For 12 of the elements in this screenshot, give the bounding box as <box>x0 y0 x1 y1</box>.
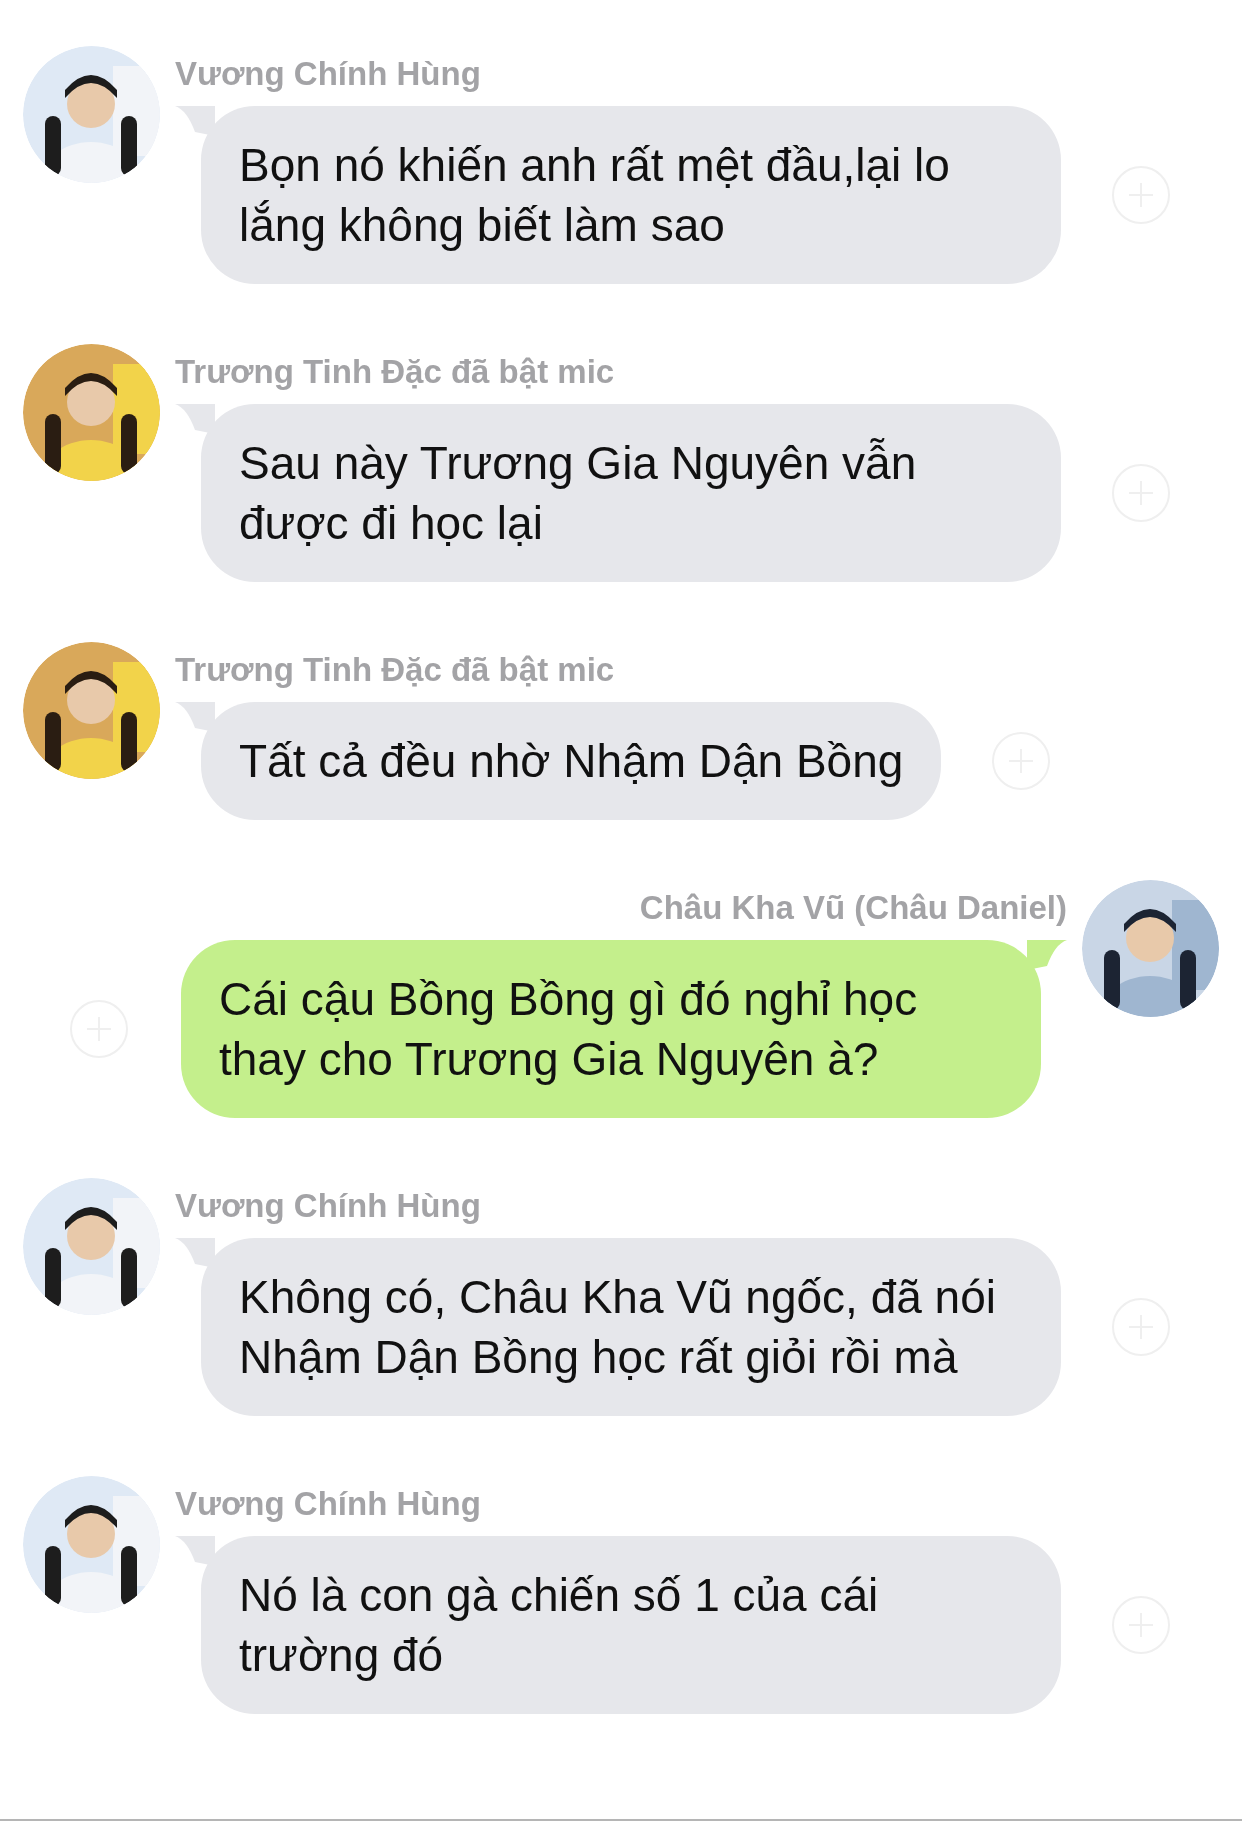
sender-name: Trương Tinh Đặc đã bật mic <box>175 650 615 690</box>
message-bubble: Sau này Trương Gia Nguyên vẫn được đi học lại <box>201 404 1061 582</box>
sender-name: Vương Chính Hùng <box>175 54 481 94</box>
sender-name: Châu Kha Vũ (Châu Daniel) <box>639 888 1067 928</box>
message-bubble: Nó là con gà chiến số 1 của cái trường đó <box>201 1536 1061 1714</box>
sender-name: Vương Chính Hùng <box>175 1484 481 1524</box>
message-bubble: Tất cả đều nhờ Nhậm Dận Bồng <box>201 702 942 820</box>
sender-name: Vương Chính Hùng <box>175 1186 481 1226</box>
message-bubble: Không có, Châu Kha Vũ ngốc, đã nói Nhậm Dận Bồng học rất giỏi rồi mà <box>201 1238 1061 1416</box>
message-bubble: Bọn nó khiến anh rất mệt đầu,lại lo lắng không biết làm sao <box>201 106 1061 284</box>
message-bubble: Cái cậu Bồng Bồng gì đó nghỉ học thay cho Trương Gia Nguyên à? <box>181 940 1041 1118</box>
sender-name: Trương Tinh Đặc đã bật mic <box>175 352 615 392</box>
